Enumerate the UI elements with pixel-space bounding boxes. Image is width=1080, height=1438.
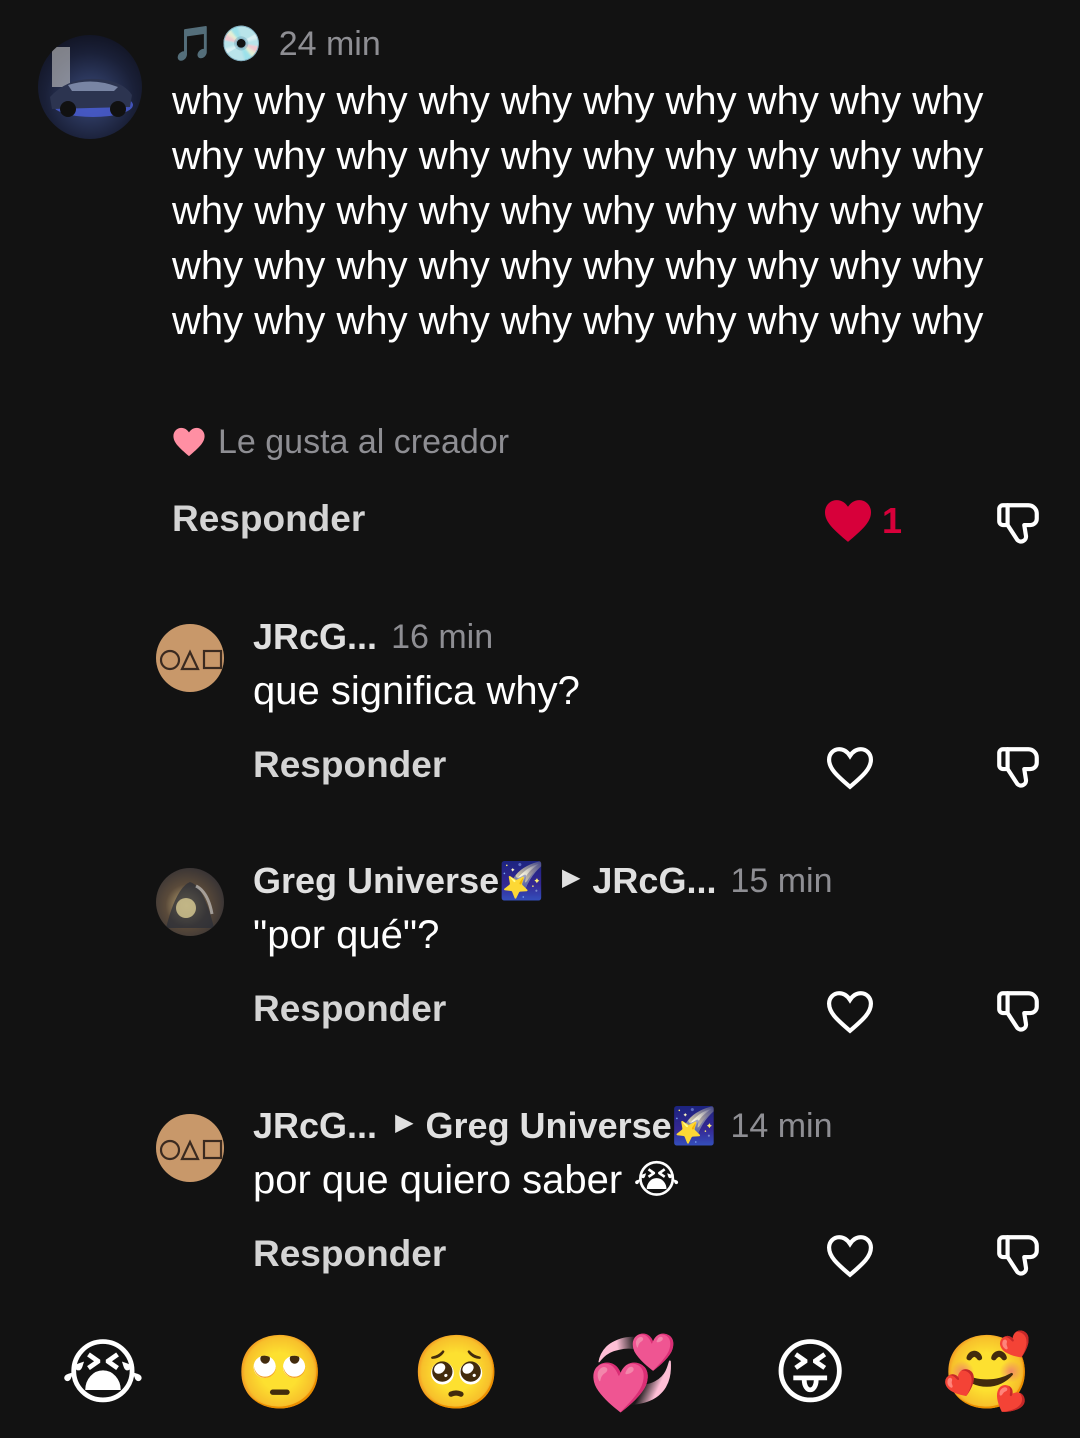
reply2-header: Greg Universe🌠 ▶ JRcG... 15 min bbox=[253, 858, 833, 904]
emoji-smiling-hearts[interactable]: 🥰 bbox=[942, 1333, 1032, 1413]
reply2-reply-button[interactable]: Responder bbox=[253, 988, 446, 1030]
main-comment-header: 🎵 💿 24 min bbox=[172, 22, 381, 66]
reply1-header: JRcG... 16 min bbox=[253, 614, 493, 660]
reply3-header: JRcG... ▶ Greg Universe🌠 14 min bbox=[253, 1103, 833, 1149]
emoji-pleading[interactable]: 🥺 bbox=[412, 1333, 502, 1413]
reply2-like-button[interactable] bbox=[822, 984, 878, 1040]
circle-triangle-square-icon bbox=[159, 649, 223, 671]
reply3-like-button[interactable] bbox=[822, 1228, 878, 1284]
main-reply-button[interactable]: Responder bbox=[172, 498, 365, 540]
liked-by-creator-label: Le gusta al creador bbox=[218, 422, 510, 461]
reply1-like-button[interactable] bbox=[822, 740, 878, 796]
thumbs-down-icon bbox=[997, 747, 1039, 788]
heart-outline-icon bbox=[826, 747, 874, 790]
reply2-dislike-button[interactable] bbox=[990, 984, 1046, 1040]
thumbs-down-icon bbox=[997, 503, 1039, 544]
main-comment-avatar[interactable] bbox=[38, 35, 142, 139]
emoji-eye-roll[interactable]: 🙄 bbox=[235, 1333, 325, 1413]
reply3-avatar[interactable] bbox=[156, 1114, 224, 1182]
main-comment-time: 24 min bbox=[278, 24, 381, 63]
thumbs-down-icon bbox=[997, 1235, 1039, 1276]
emoji-quick-bar: 😭 🙄 🥺 💞 😝 🥰 bbox=[58, 1328, 1032, 1418]
reply1-avatar[interactable] bbox=[156, 624, 224, 692]
reply3-time: 14 min bbox=[730, 1106, 833, 1145]
reply3-dislike-button[interactable] bbox=[990, 1228, 1046, 1284]
circle-triangle-square-icon bbox=[159, 1139, 223, 1161]
liked-by-creator: Le gusta al creador bbox=[172, 420, 509, 464]
reply-to-arrow-icon: ▶ bbox=[395, 1108, 414, 1136]
emoji-revolving-hearts[interactable]: 💞 bbox=[588, 1333, 679, 1413]
reply1-text: que significa why? bbox=[253, 669, 580, 713]
reply-to-arrow-icon: ▶ bbox=[561, 863, 581, 891]
heart-outline-icon bbox=[826, 1235, 874, 1278]
reply2-username[interactable]: Greg Universe🌠 bbox=[253, 860, 544, 902]
reply2-reply-to[interactable]: JRcG... bbox=[592, 860, 716, 902]
like-count: 1 bbox=[882, 500, 903, 541]
music-note-icon: 🎵 bbox=[172, 25, 215, 63]
reply3-reply-button[interactable]: Responder bbox=[253, 1233, 446, 1275]
heart-filled-icon bbox=[825, 500, 871, 542]
reply2-avatar[interactable] bbox=[156, 868, 224, 936]
reply3-text: por que quiero saber 😭 bbox=[253, 1158, 680, 1202]
creator-heart-icon bbox=[173, 427, 205, 457]
reply1-dislike-button[interactable] bbox=[990, 740, 1046, 796]
main-comment-text: why why why why why why why why why why … bbox=[172, 79, 984, 343]
main-dislike-button[interactable] bbox=[990, 496, 1046, 552]
reply3-reply-to[interactable]: Greg Universe🌠 bbox=[426, 1105, 717, 1147]
emoji-loudly-crying[interactable]: 😭 bbox=[58, 1333, 148, 1413]
heart-outline-icon bbox=[826, 991, 874, 1034]
main-like-button[interactable]: 1 bbox=[822, 496, 902, 546]
disc-icon: 💿 bbox=[220, 25, 263, 63]
reply1-reply-button[interactable]: Responder bbox=[253, 744, 446, 786]
reply1-username[interactable]: JRcG... bbox=[253, 616, 377, 658]
reply1-time: 16 min bbox=[391, 617, 494, 656]
reply2-text: "por qué"? bbox=[253, 913, 440, 957]
emoji-squinting-tongue[interactable]: 😝 bbox=[765, 1333, 855, 1413]
thumbs-down-icon bbox=[997, 991, 1039, 1032]
reply3-username[interactable]: JRcG... bbox=[253, 1105, 377, 1147]
reply2-time: 15 min bbox=[730, 861, 833, 900]
